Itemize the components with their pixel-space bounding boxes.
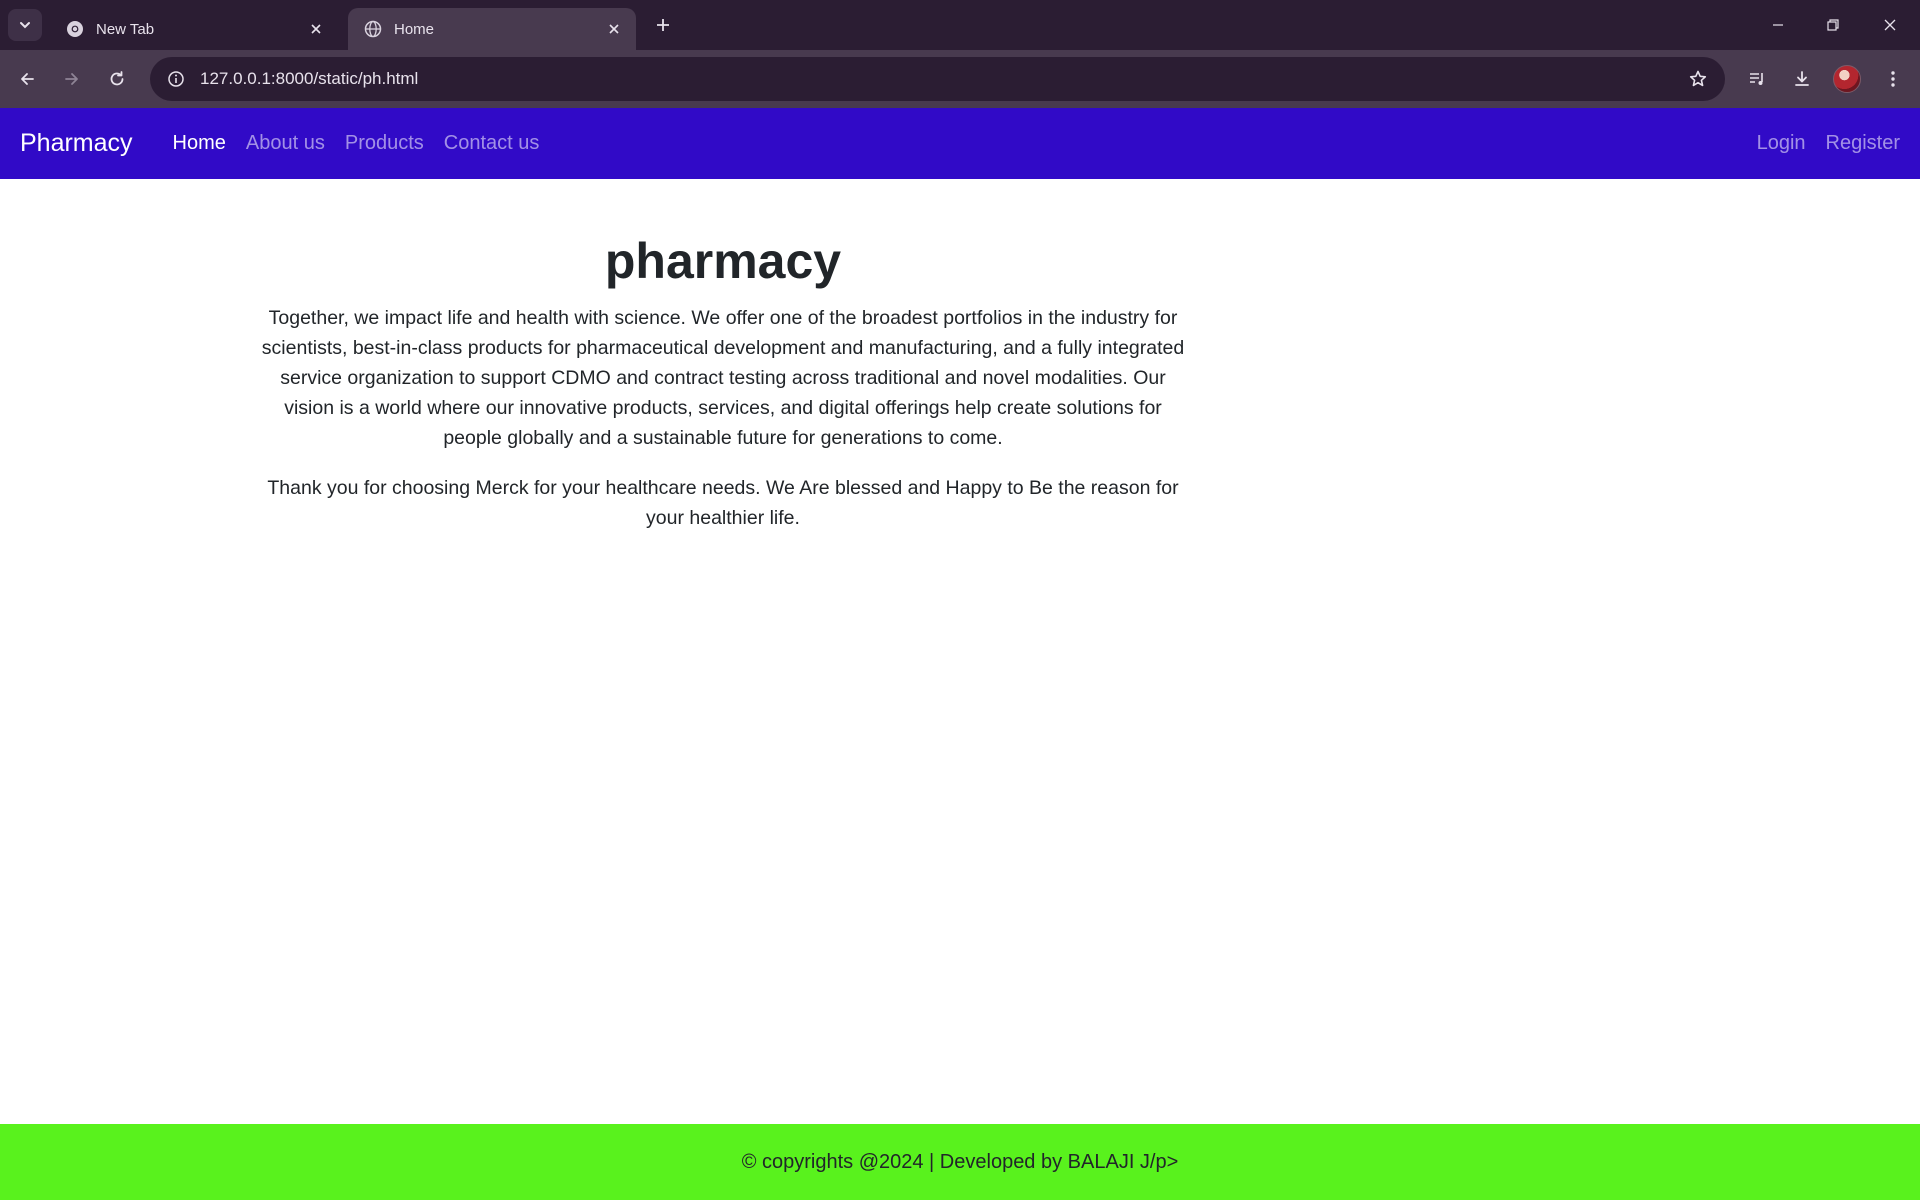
thank-you-paragraph: Thank you for choosing Merck for your he…	[267, 477, 1179, 529]
navbar-brand[interactable]: Pharmacy	[20, 129, 133, 158]
tab-title: New Tab	[96, 20, 155, 38]
site-navbar: Pharmacy Home About us Products Contact …	[0, 108, 1920, 179]
playlist-icon	[1750, 73, 1763, 85]
arrow-right-icon	[65, 73, 78, 85]
new-tab-button[interactable]	[650, 12, 676, 38]
minimize-icon	[1773, 24, 1783, 26]
restore-button[interactable]	[1811, 8, 1855, 42]
downloads-button[interactable]	[1785, 62, 1819, 96]
tab-home[interactable]: Home	[348, 8, 636, 50]
main-content: pharmacy Together, we impact life and he…	[258, 234, 1188, 553]
tab-search-button[interactable]	[8, 9, 42, 41]
nav-link-contact-us[interactable]: Contact us	[434, 132, 550, 155]
chrome-icon	[67, 21, 83, 37]
nav-link-home[interactable]: Home	[163, 132, 236, 155]
footer-text: © copyrights @2024 | Developed by BALAJI…	[741, 1150, 1179, 1173]
site-footer: © copyrights @2024 | Developed by BALAJI…	[0, 1124, 1920, 1200]
nav-links: Home About us Products Contact us	[163, 132, 550, 155]
page-heading: pharmacy	[604, 233, 842, 289]
url-text[interactable]: 127.0.0.1:8000/static/ph.html	[200, 69, 1685, 89]
bookmark-star-icon[interactable]	[1685, 66, 1711, 92]
nav-link-register[interactable]: Register	[1816, 132, 1900, 155]
more-vert-icon	[1891, 71, 1895, 87]
address-bar[interactable]: 127.0.0.1:8000/static/ph.html	[150, 57, 1725, 101]
nav-link-login[interactable]: Login	[1747, 132, 1816, 155]
profile-avatar[interactable]	[1833, 65, 1861, 93]
close-tab-icon[interactable]	[604, 19, 624, 39]
restore-icon	[1827, 19, 1839, 31]
close-icon	[1884, 19, 1896, 31]
media-control-button[interactable]	[1740, 62, 1774, 96]
download-icon	[1795, 71, 1809, 86]
nav-link-products[interactable]: Products	[335, 132, 434, 155]
nav-link-about-us[interactable]: About us	[236, 132, 335, 155]
browser-menu-button[interactable]	[1876, 62, 1910, 96]
close-tab-icon[interactable]	[306, 19, 326, 39]
browser-toolbar: 127.0.0.1:8000/static/ph.html	[0, 50, 1920, 108]
minimize-button[interactable]	[1756, 8, 1800, 42]
site-info-icon[interactable]	[162, 65, 190, 93]
back-button[interactable]	[10, 62, 44, 96]
intro-paragraph: Together, we impact life and health with…	[261, 307, 1185, 449]
chevron-down-icon	[20, 22, 30, 29]
close-window-button[interactable]	[1868, 8, 1912, 42]
tab-title: Home	[394, 20, 435, 38]
tab-new-tab[interactable]: New Tab	[50, 8, 338, 50]
globe-icon	[364, 20, 382, 38]
forward-button[interactable]	[55, 62, 89, 96]
reload-button[interactable]	[100, 62, 134, 96]
browser-tab-strip: New Tab Home	[0, 0, 1920, 50]
plus-icon	[657, 19, 669, 31]
web-page: Pharmacy Home About us Products Contact …	[0, 108, 1920, 1200]
reload-icon	[110, 71, 124, 86]
arrow-left-icon	[21, 73, 34, 85]
nav-auth-links: Login Register	[1747, 132, 1900, 155]
